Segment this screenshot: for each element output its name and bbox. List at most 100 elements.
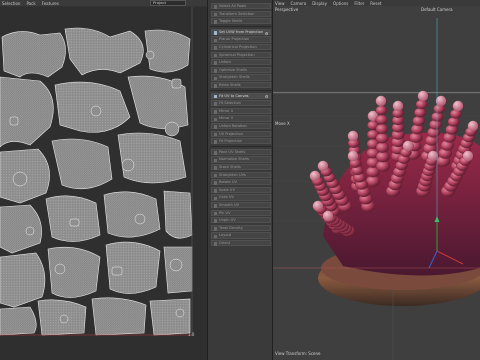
viewport-menu-reset[interactable]: Reset: [370, 1, 381, 6]
tool-item-label: Mirror U: [219, 108, 234, 113]
tool-item[interactable]: Set UVW from Projection ⚙: [211, 28, 271, 36]
tool-item[interactable]: Unfold: [211, 59, 271, 66]
tool-item[interactable]: Relax Shells: [211, 82, 271, 89]
tool-item-label: Fit UV to Canvas: [219, 93, 249, 98]
tool-item-label: Spherical Projection: [219, 52, 255, 57]
tentacle-segment: [414, 107, 427, 118]
axis-label: Move X: [275, 121, 290, 126]
tool-icon: [213, 196, 217, 201]
sea-anemone-model[interactable]: [273, 6, 480, 360]
tool-icon: [213, 76, 217, 81]
tool-item[interactable]: Unpin UV: [211, 217, 271, 224]
tool-item[interactable]: Transform Selection: [211, 10, 271, 17]
tool-item[interactable]: Scale UV: [211, 186, 271, 193]
tool-icon: [213, 219, 217, 223]
viewport-menu-options[interactable]: Options: [333, 1, 348, 6]
tool-icon: [213, 189, 217, 193]
tool-item-label: Unfold Rotation: [219, 124, 247, 129]
viewport-menu-camera[interactable]: Camera: [291, 1, 307, 6]
uv-coord-label: 1.0: [188, 332, 195, 337]
tool-item[interactable]: Cylindrical Projection: [211, 44, 271, 51]
tentacle-segment: [375, 114, 388, 125]
tentacle-tip: [375, 95, 387, 107]
tool-item-label: Unpin UV: [219, 218, 236, 223]
tool-item[interactable]: Toggle Shells: [211, 18, 271, 25]
viewport-3d[interactable]: Perspective Default Camera Move X View T…: [273, 6, 480, 360]
tentacle-tip: [322, 210, 334, 222]
viewport-pane: View Camera Display Options Filter Reset: [273, 0, 480, 360]
tool-item[interactable]: Grab UV: [211, 194, 271, 201]
tool-item[interactable]: Pin UV: [211, 209, 271, 216]
tool-item[interactable]: Texel Density: [211, 224, 271, 231]
gear-icon[interactable]: ⚙: [265, 94, 269, 99]
tool-panel-separator: [210, 146, 272, 148]
uv-menu-pack[interactable]: Pack: [26, 1, 35, 6]
tool-item[interactable]: Fit Selection: [211, 100, 271, 107]
tool-icon: [213, 151, 217, 155]
tool-panel-separator: [210, 90, 272, 92]
tool-item[interactable]: Mirror U: [211, 107, 271, 114]
tool-item[interactable]: Planar Projection: [211, 36, 271, 43]
viewport-menu-display[interactable]: Display: [312, 1, 327, 6]
tool-item-label: Relax Shells: [219, 83, 241, 88]
tool-icon: [213, 242, 217, 246]
tool-item[interactable]: Fit UV to Canvas ⚙: [211, 92, 271, 99]
perspective-label: Perspective: [275, 7, 299, 12]
uv-canvas[interactable]: 1.0: [0, 7, 207, 360]
tool-item[interactable]: Smooth UV: [211, 202, 271, 209]
tool-item-label: Fit Projection: [219, 139, 243, 144]
tool-item-label: Stack Shells: [219, 165, 241, 170]
tool-item[interactable]: Normalize Shells: [211, 156, 271, 163]
tool-item-label: Smooth UV: [219, 203, 240, 208]
uv-menu-features[interactable]: Features: [42, 1, 59, 6]
tool-icon: [213, 94, 217, 99]
project-dropdown[interactable]: Project: [150, 0, 186, 6]
tool-icon: [213, 61, 217, 65]
tool-item-label: Texel Density: [219, 225, 243, 230]
tool-item-label: Transform Selection: [219, 11, 255, 16]
tentacle-tip: [309, 170, 321, 182]
tentacle-tip: [452, 100, 464, 112]
tool-item[interactable]: Rotate UV: [211, 179, 271, 186]
tool-item-label: Optimize Shells: [219, 67, 247, 72]
tool-item[interactable]: Pack UV Shells: [211, 148, 271, 155]
viewport-menu-filter[interactable]: Filter: [354, 1, 364, 6]
tool-item-label: Straighten UVs: [219, 172, 246, 177]
tool-item[interactable]: Mirror V: [211, 115, 271, 122]
tool-item[interactable]: Orient: [211, 240, 271, 247]
project-dropdown-value: Project: [153, 0, 166, 6]
tentacle-segment: [431, 111, 444, 122]
viewport-menu-view[interactable]: View: [275, 1, 285, 6]
tool-item[interactable]: UV Projection: [211, 130, 271, 137]
tentacle-tip: [435, 95, 447, 107]
tool-item[interactable]: Stack Shells: [211, 164, 271, 171]
tentacle-segment: [375, 123, 389, 134]
tool-item[interactable]: Fit Projection: [211, 138, 271, 145]
tool-icon: [213, 166, 217, 170]
uv-shell-map[interactable]: [0, 7, 207, 360]
uv-menu-selection[interactable]: Selection: [2, 1, 20, 6]
tool-panel-separator: [210, 26, 272, 28]
tool-icon: [213, 5, 217, 9]
tool-icon: [213, 173, 217, 178]
tool-item-label: Fit Selection: [219, 101, 241, 106]
tool-item[interactable]: Spherical Projection: [211, 51, 271, 58]
tool-item-label: Pin UV: [219, 210, 231, 215]
tentacle-segment: [375, 132, 389, 144]
tool-icon: [213, 53, 217, 58]
tool-item[interactable]: Unfold Rotation: [211, 123, 271, 130]
tool-item-label: Toggle Shells: [219, 19, 243, 24]
gear-icon[interactable]: ⚙: [265, 31, 269, 36]
tool-item[interactable]: Select All Pools: [211, 3, 271, 10]
tool-item[interactable]: Optimize Shells: [211, 66, 271, 73]
tentacle-segment: [447, 116, 460, 127]
tool-item[interactable]: Straighten Shells: [211, 74, 271, 81]
tool-item[interactable]: Layout: [211, 232, 271, 239]
tool-icon: [213, 46, 217, 50]
tool-item-label: Unfold: [219, 60, 231, 65]
tentacle-tip: [317, 160, 329, 172]
tool-item[interactable]: Straighten UVs: [211, 171, 271, 178]
tentacle-tip: [312, 200, 324, 212]
tentacle-tip: [462, 150, 474, 162]
tentacle-tip: [347, 150, 359, 162]
